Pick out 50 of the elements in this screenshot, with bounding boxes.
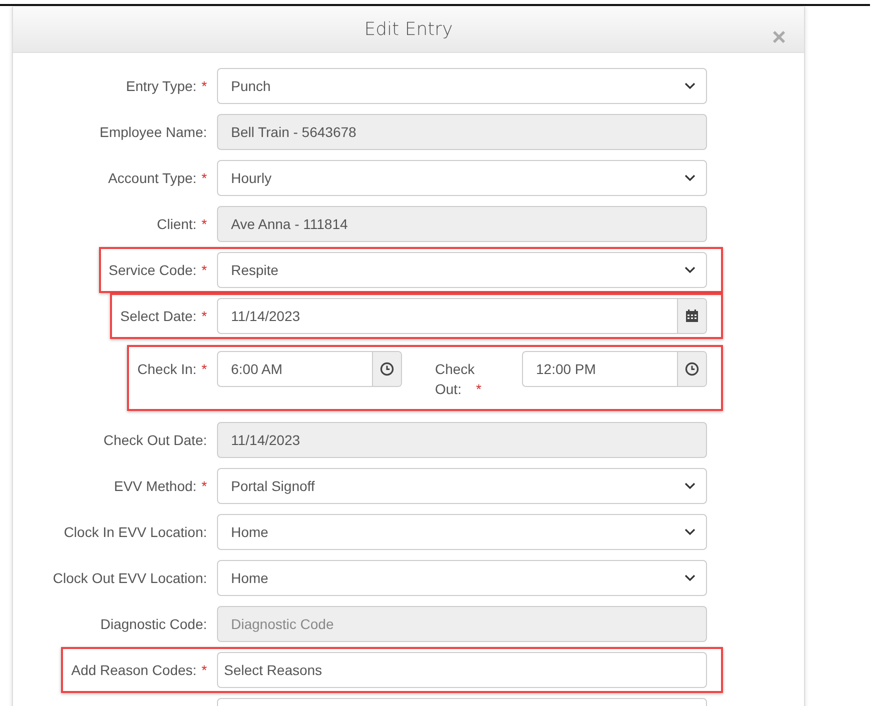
readonly-field: 11/14/2023 — [217, 422, 707, 458]
required-mark: * — [202, 478, 207, 494]
field-label: Check Out: — [435, 360, 476, 399]
required-mark: * — [202, 262, 207, 278]
dropdown[interactable]: Hourly — [217, 160, 707, 196]
readonly-field: Bell Train - 5643678 — [217, 114, 707, 150]
date-field[interactable]: 11/14/2023 — [217, 298, 707, 334]
field-label: Check In: — [137, 361, 197, 377]
chevron-down-icon — [684, 266, 696, 274]
clock-button[interactable] — [372, 352, 401, 386]
chevron-down-icon — [684, 574, 696, 582]
dropdown[interactable]: Respite — [217, 252, 707, 288]
time-field[interactable]: 12:00 PM — [522, 351, 707, 387]
required-mark: * — [476, 380, 482, 399]
input-field[interactable]: Select Reasons — [217, 652, 707, 688]
dropdown[interactable]: Punch — [217, 68, 707, 104]
dropdown[interactable]: Home — [217, 514, 707, 550]
chevron-down-icon — [684, 82, 696, 90]
calendar-button[interactable] — [677, 299, 706, 333]
chevron-down-icon — [684, 174, 696, 182]
clock-button[interactable] — [677, 352, 706, 386]
field-label: Service Code: — [108, 262, 197, 278]
field-label: Clock Out EVV Location: — [52, 570, 207, 586]
dropdown[interactable]: Home — [217, 560, 707, 596]
clock-icon — [380, 362, 394, 376]
required-mark: * — [202, 216, 207, 232]
clock-icon — [685, 362, 699, 376]
field-label: Clock In EVV Location: — [64, 524, 207, 540]
required-mark: * — [202, 308, 207, 324]
field-label: Select Date: — [120, 308, 197, 324]
field-label: Account Type: — [108, 170, 197, 186]
field-label: Employee Name: — [100, 124, 207, 140]
required-mark: * — [202, 361, 207, 377]
dialog-title: Edit Entry — [364, 19, 453, 40]
readonly-field: Ave Anna - 111814 — [217, 206, 707, 242]
field-label: Entry Type: — [126, 78, 197, 94]
time-field[interactable]: 6:00 AM — [217, 351, 402, 387]
chevron-down-icon — [684, 528, 696, 536]
calendar-icon — [685, 309, 699, 323]
field-label: EVV Method: — [114, 478, 197, 494]
field-label: Add Reason Codes: — [71, 662, 197, 678]
field-label: Check Out Date: — [104, 432, 207, 448]
chevron-down-icon — [684, 482, 696, 490]
dropdown[interactable]: Portal Signoff — [217, 468, 707, 504]
required-mark: * — [202, 78, 207, 94]
required-mark: * — [202, 662, 207, 678]
field-label: Diagnostic Code: — [100, 616, 207, 632]
required-mark: * — [202, 170, 207, 186]
field-label: Client: — [156, 216, 197, 232]
readonly-field: Diagnostic Code — [217, 606, 707, 642]
